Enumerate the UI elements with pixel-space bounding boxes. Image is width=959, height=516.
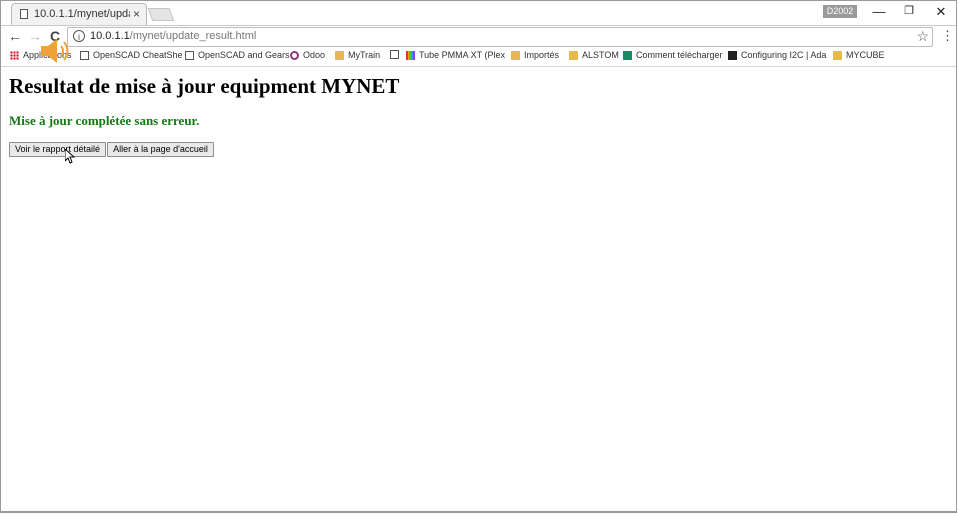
bookmark-label: Importés xyxy=(524,50,560,60)
bookmarks-bar: Applications OpenSCAD CheatShe OpenSCAD … xyxy=(1,48,956,67)
bookmark-label: Odoo xyxy=(303,50,326,60)
k-icon xyxy=(623,50,632,60)
doc-icon xyxy=(80,50,89,60)
bookmark-label: Tube PMMA XT (Plex xyxy=(419,50,506,60)
bookmark-label: MYCUBE xyxy=(846,50,885,60)
bookmark-mytrain[interactable]: MyTrain xyxy=(335,50,380,60)
bookmark-label: Configuring I2C | Ada xyxy=(741,50,827,60)
bookmark-label: OpenSCAD CheatShe xyxy=(93,50,183,60)
profile-badge[interactable]: D2002 xyxy=(823,5,857,18)
bookmark-mycube[interactable]: MYCUBE xyxy=(833,50,885,60)
bookmark-alstom[interactable]: ALSTOM xyxy=(569,50,619,60)
action-buttons: Voir le rapport détailé Aller à la page … xyxy=(9,142,214,157)
folder-icon xyxy=(511,50,520,60)
folder-icon xyxy=(569,50,578,60)
url-path: /mynet/update_result.html xyxy=(129,30,257,42)
bookmark-configuring-i2c[interactable]: Configuring I2C | Ada xyxy=(728,50,826,60)
folder-icon xyxy=(335,50,344,60)
mouse-cursor-icon xyxy=(65,149,75,164)
status-message: Mise à jour complétée sans erreur. xyxy=(9,113,200,128)
bookmark-openscad-gears[interactable]: OpenSCAD and Gears xyxy=(185,50,290,60)
bookmark-openscad-cheatsheet[interactable]: OpenSCAD CheatShe xyxy=(80,50,183,60)
bookmark-tube-pmma[interactable]: Tube PMMA XT (Plex xyxy=(406,50,505,60)
apps-grid-icon xyxy=(10,50,19,60)
address-bar[interactable]: i 10.0.1.1/mynet/update_result.html ☆ xyxy=(67,27,933,47)
bookmark-star-icon[interactable]: ☆ xyxy=(916,28,929,45)
cfg-icon xyxy=(728,50,737,60)
browser-menu-icon[interactable]: ⋮ xyxy=(941,28,954,44)
url-host: 10.0.1.1 xyxy=(90,30,130,42)
info-icon[interactable]: i xyxy=(73,30,85,42)
bookmark-comment-telecharger[interactable]: Comment télécharger xyxy=(623,50,723,60)
bookmark-label: ALSTOM xyxy=(582,50,619,60)
doc-icon xyxy=(390,50,399,59)
bookmark-importes[interactable]: Importés xyxy=(511,50,559,60)
back-button[interactable]: ← xyxy=(6,28,24,44)
bookmark-label: Comment télécharger xyxy=(636,50,723,60)
plex-icon xyxy=(406,50,415,60)
bookmark-label: MyTrain xyxy=(348,50,381,60)
tab-title: 10.0.1.1/mynet/update_r xyxy=(34,8,130,20)
restore-button[interactable]: ❐ xyxy=(895,4,923,17)
view-report-button[interactable]: Voir le rapport détailé xyxy=(9,142,107,157)
page-title: Resultat de mise à jour equipment MYNET xyxy=(9,74,400,98)
url-text[interactable]: 10.0.1.1/mynet/update_result.html xyxy=(90,30,256,42)
new-tab-button[interactable] xyxy=(147,8,175,21)
toolbar: ← → C i 10.0.1.1/mynet/update_result.htm… xyxy=(1,26,956,48)
go-home-button[interactable]: Aller à la page d'accueil xyxy=(107,142,214,157)
minimize-button[interactable]: — xyxy=(865,4,893,19)
bookmark-odoo[interactable]: Odoo xyxy=(290,50,325,60)
doc-icon xyxy=(185,50,194,60)
tab-close-icon[interactable]: × xyxy=(133,7,140,21)
close-window-button[interactable]: ✕ xyxy=(927,4,955,20)
tab-active[interactable]: 10.0.1.1/mynet/update_r × xyxy=(11,3,147,25)
page-icon xyxy=(20,9,28,19)
bookmark-label: OpenSCAD and Gears xyxy=(198,50,290,60)
speaker-icon xyxy=(41,39,69,63)
folder-icon xyxy=(833,50,842,60)
bookmark-untitled[interactable] xyxy=(390,50,403,59)
browser-window: 10.0.1.1/mynet/update_r × D2002 — ❐ ✕ ← … xyxy=(0,0,957,513)
odoo-icon xyxy=(290,50,299,60)
tab-strip: 10.0.1.1/mynet/update_r × D2002 — ❐ ✕ xyxy=(1,1,956,26)
